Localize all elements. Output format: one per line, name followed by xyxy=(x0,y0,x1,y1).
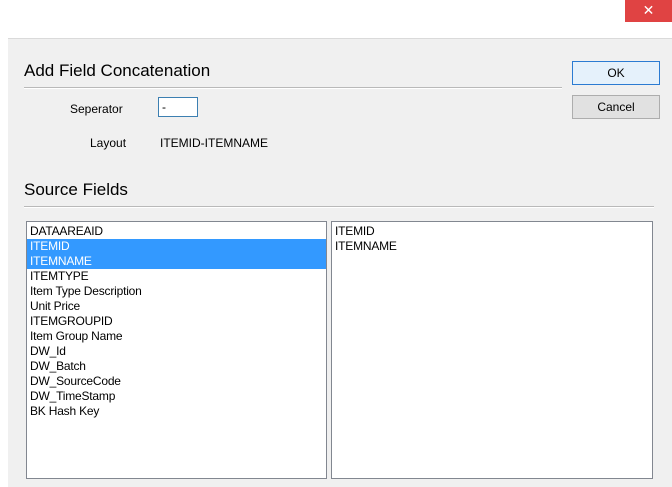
source-fields-title: Source Fields xyxy=(24,180,128,199)
close-button[interactable]: ✕ xyxy=(625,0,672,22)
cancel-button[interactable]: Cancel xyxy=(572,95,660,119)
separator-input[interactable] xyxy=(158,97,198,117)
title-bar: ✕ xyxy=(0,0,672,38)
source-field-item[interactable]: DW_Id xyxy=(27,344,326,359)
source-field-item[interactable]: Unit Price xyxy=(27,299,326,314)
source-field-item[interactable]: Item Group Name xyxy=(27,329,326,344)
source-field-item[interactable]: ITEMNAME xyxy=(27,254,326,269)
source-field-item[interactable]: BK Hash Key xyxy=(27,404,326,419)
source-field-item[interactable]: ITEMID xyxy=(27,239,326,254)
selected-field-item[interactable]: ITEMID xyxy=(332,224,652,239)
dialog-body: Add Field Concatenation Seperator Layout… xyxy=(8,38,672,487)
source-field-item[interactable]: DW_SourceCode xyxy=(27,374,326,389)
selected-field-item[interactable]: ITEMNAME xyxy=(332,239,652,254)
title-divider xyxy=(24,87,562,89)
close-icon: ✕ xyxy=(642,3,655,19)
ok-button[interactable]: OK xyxy=(572,61,660,85)
source-field-item[interactable]: DATAAREAID xyxy=(27,224,326,239)
layout-label: Layout xyxy=(90,136,127,150)
source-field-item[interactable]: ITEMGROUPID xyxy=(27,314,326,329)
source-divider xyxy=(24,206,654,208)
source-field-item[interactable]: ITEMTYPE xyxy=(27,269,326,284)
source-field-item[interactable]: DW_Batch xyxy=(27,359,326,374)
selected-fields-list[interactable]: ITEMID ITEMNAME xyxy=(331,221,653,479)
source-fields-list[interactable]: DATAAREAID ITEMID ITEMNAME ITEMTYPE Item Typ… xyxy=(26,221,327,479)
layout-value: ITEMID-ITEMNAME xyxy=(160,136,268,150)
separator-label: Seperator xyxy=(70,102,123,116)
source-field-item[interactable]: DW_TimeStamp xyxy=(27,389,326,404)
source-field-item[interactable]: Item Type Description xyxy=(27,284,326,299)
dialog-title: Add Field Concatenation xyxy=(24,61,211,80)
